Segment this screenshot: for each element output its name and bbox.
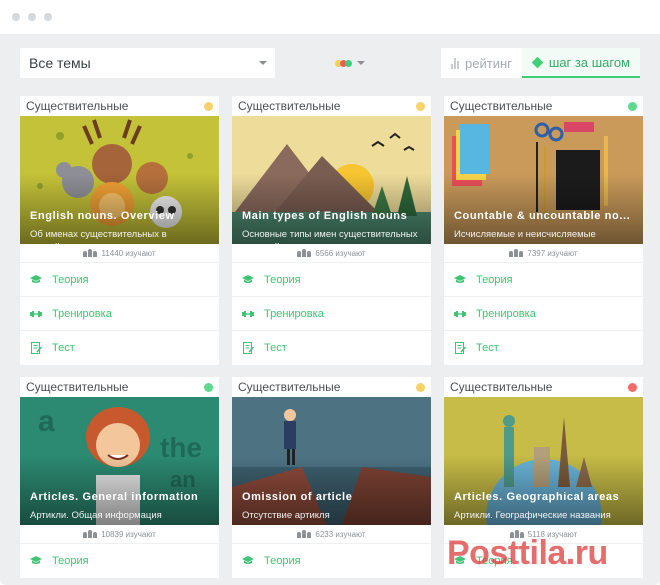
card-category: Существительные	[238, 380, 341, 394]
card-title: Omission of article	[242, 491, 353, 503]
people-icon	[509, 249, 524, 257]
topic-card[interactable]: Существительные Main types of English no…	[232, 96, 431, 365]
title-bar	[0, 0, 660, 34]
people-icon	[83, 249, 98, 257]
card-subtitle: Исчисляемые и неисчисляемые существитель…	[454, 229, 596, 244]
topic-card[interactable]: Существительные Omission of article Отсу…	[232, 377, 431, 578]
graduation-cap-icon	[242, 274, 254, 286]
graduation-cap-icon	[454, 274, 466, 286]
learners-count: 10839 изучают	[20, 525, 219, 544]
card-header: Существительные	[444, 377, 643, 397]
toolbar: Все темы рейтинг шаг за шагом	[20, 48, 640, 78]
topic-card[interactable]: Существительные a the an Articles. Gener…	[20, 377, 219, 578]
test-link[interactable]: Тест	[444, 331, 643, 365]
training-link[interactable]: Тренировка	[20, 297, 219, 331]
card-thumbnail[interactable]: a the an Articles. General information А…	[20, 397, 219, 525]
status-dot-icon	[204, 382, 213, 392]
view-switcher: рейтинг шаг за шагом	[441, 48, 640, 78]
test-sheet-icon	[454, 342, 466, 354]
topic-card[interactable]: Существительные Countable & uncountable …	[444, 96, 643, 365]
test-sheet-icon	[30, 342, 42, 354]
svg-text:a: a	[38, 405, 55, 438]
view-step-by-step-label: шаг за шагом	[548, 54, 630, 70]
learners-count: 6566 изучают	[232, 244, 431, 263]
card-category: Существительные	[26, 99, 129, 113]
cube-icon	[531, 56, 544, 68]
level-dots-icon	[335, 59, 352, 67]
card-header: Существительные	[232, 96, 431, 116]
card-thumbnail[interactable]: English nouns. Overview Об именах сущест…	[20, 116, 219, 244]
card-thumbnail[interactable]: Main types of English nouns Основные тип…	[232, 116, 431, 244]
people-icon	[297, 530, 312, 538]
learners-count: 11440 изучают	[20, 244, 219, 263]
learners-count: 7397 изучают	[444, 244, 643, 263]
theory-link[interactable]: Теория	[20, 544, 219, 578]
card-subtitle: Артикли. Общая информация	[30, 510, 162, 521]
status-dot-icon	[204, 101, 213, 111]
theory-link[interactable]: Теория	[444, 263, 643, 297]
theory-link[interactable]: Теория	[20, 263, 219, 297]
view-step-by-step-button[interactable]: шаг за шагом	[521, 48, 640, 78]
bar-chart-icon	[451, 57, 460, 69]
training-link[interactable]: Тренировка	[444, 297, 643, 331]
card-subtitle: Отсутствие артикля	[242, 510, 330, 521]
graduation-cap-icon	[30, 555, 42, 567]
card-category: Существительные	[238, 99, 341, 113]
watermark-logo: Posttila.ru	[447, 534, 608, 572]
people-icon	[297, 249, 312, 257]
card-header: Существительные	[232, 377, 431, 397]
test-link[interactable]: Тест	[232, 331, 431, 365]
card-thumbnail[interactable]: Omission of article Отсутствие артикля	[232, 397, 431, 525]
app-window: Все темы рейтинг шаг за шагом Существите…	[0, 0, 660, 585]
chevron-down-icon	[259, 61, 267, 65]
card-thumbnail[interactable]: Articles. Geographical areas Артикли. Ге…	[444, 397, 643, 525]
topic-card[interactable]: Существительные English nouns. Overview …	[20, 96, 219, 365]
dumbbell-icon	[30, 308, 42, 320]
view-rating-button[interactable]: рейтинг	[441, 48, 522, 78]
card-thumbnail[interactable]: Countable & uncountable no... Исчисляемы…	[444, 116, 643, 244]
theme-select-value: Все темы	[29, 55, 91, 71]
people-icon	[83, 530, 98, 538]
dumbbell-icon	[242, 308, 254, 320]
card-title: Main types of English nouns	[242, 210, 408, 222]
learners-count: 6233 изучают	[232, 525, 431, 544]
card-category: Существительные	[450, 380, 553, 394]
chevron-down-icon	[357, 61, 365, 65]
test-sheet-icon	[242, 342, 254, 354]
card-subtitle: Артикли. Географические названия	[454, 510, 611, 521]
window-dot-icon	[12, 13, 20, 21]
window-dot-icon	[28, 13, 36, 21]
card-title: English nouns. Overview	[30, 210, 175, 222]
card-title: Articles. Geographical areas	[454, 491, 620, 503]
graduation-cap-icon	[30, 274, 42, 286]
card-header: Существительные	[444, 96, 643, 116]
test-link[interactable]: Тест	[20, 331, 219, 365]
theory-link[interactable]: Теория	[232, 263, 431, 297]
card-category: Существительные	[450, 99, 553, 113]
card-subtitle: Основные типы имен существительных в анг…	[242, 229, 418, 244]
card-title: Countable & uncountable no...	[454, 210, 631, 222]
card-subtitle: Об именах существительных в английском	[30, 229, 167, 244]
theme-select[interactable]: Все темы	[20, 48, 275, 78]
view-rating-label: рейтинг	[465, 55, 512, 71]
window-dot-icon	[44, 13, 52, 21]
status-dot-icon	[628, 101, 637, 111]
card-category: Существительные	[26, 380, 129, 394]
level-filter[interactable]	[325, 48, 375, 78]
graduation-cap-icon	[242, 555, 254, 567]
status-dot-icon	[628, 382, 637, 392]
status-dot-icon	[416, 101, 425, 111]
status-dot-icon	[416, 382, 425, 392]
card-title: Articles. General information	[30, 491, 199, 503]
dumbbell-icon	[454, 308, 466, 320]
training-link[interactable]: Тренировка	[232, 297, 431, 331]
card-header: Существительные	[20, 377, 219, 397]
theory-link[interactable]: Теория	[232, 544, 431, 578]
card-header: Существительные	[20, 96, 219, 116]
